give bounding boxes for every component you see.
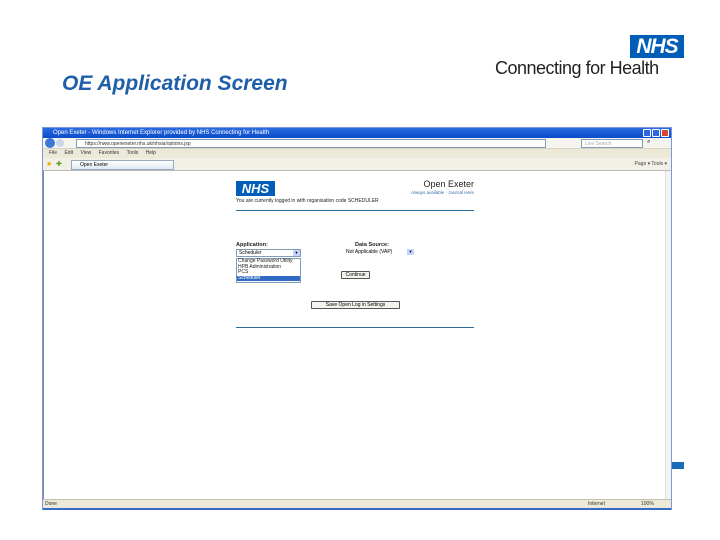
menu-favorites[interactable]: Favorites — [99, 150, 120, 156]
address-bar: https://nww.openexeter.nhs.uk/nhsia/opti… — [43, 138, 671, 149]
nhs-logo-small: NHS — [236, 181, 275, 196]
application-select[interactable]: Scheduler ▼ — [236, 249, 301, 257]
url-input[interactable]: https://nww.openexeter.nhs.uk/nhsia/opti… — [76, 139, 546, 148]
search-input[interactable]: Live Search — [581, 139, 643, 148]
slide-title: OE Application Screen — [62, 72, 288, 95]
status-bar: Done Internet 100% — [43, 499, 671, 508]
divider-top — [236, 210, 474, 211]
decorative-square — [672, 462, 684, 469]
minimize-button[interactable] — [643, 129, 651, 137]
chevron-down-icon: ▼ — [293, 250, 300, 256]
browser-window: Open Exeter - Windows Internet Explorer … — [42, 127, 672, 510]
tab-bar: ★ ✚ Open Exeter Page ▾ Tools ▾ — [43, 158, 671, 171]
close-button[interactable] — [661, 129, 669, 137]
application-label: Application: — [236, 242, 268, 248]
window-border — [43, 508, 671, 510]
chevron-down-icon: ▼ — [407, 249, 414, 255]
header-links[interactable]: Always available · Journal Here — [374, 190, 474, 195]
maximize-button[interactable] — [652, 129, 660, 137]
page-content: NHS Open Exeter Always available · Journ… — [43, 171, 671, 499]
favorites-star-icon[interactable]: ★ — [46, 160, 52, 168]
back-icon[interactable] — [45, 138, 55, 148]
forward-icon[interactable] — [56, 139, 64, 147]
tagline: Connecting for Health — [495, 58, 659, 78]
continue-button[interactable]: Continue — [341, 271, 370, 279]
menu-edit[interactable]: Edit — [64, 150, 73, 156]
menu-help[interactable]: Help — [146, 150, 156, 156]
command-bar[interactable]: Page ▾ Tools ▾ — [635, 161, 667, 167]
search-icon[interactable]: ⌕ — [647, 139, 650, 146]
list-item-selected[interactable]: Scheduler — [237, 275, 300, 281]
menu-view[interactable]: View — [80, 150, 91, 156]
datasource-value: Not Applicable (VAP) — [346, 249, 393, 255]
logged-in-text: You are currently logged in with organis… — [236, 198, 379, 204]
add-favorites-icon[interactable]: ✚ — [56, 160, 62, 168]
menu-file[interactable]: File — [49, 150, 57, 156]
nhs-logo: NHS — [630, 35, 684, 58]
menu-tools[interactable]: Tools — [127, 150, 139, 156]
title-bar: Open Exeter - Windows Internet Explorer … — [43, 128, 671, 138]
status-text: Done — [45, 501, 57, 507]
application-value: Scheduler — [239, 250, 262, 256]
tab-open-exeter[interactable]: Open Exeter — [71, 160, 174, 170]
save-settings-button[interactable]: Save Open Log in Settings — [311, 301, 400, 309]
datasource-label: Data Source: — [355, 242, 389, 248]
divider-bottom — [236, 327, 474, 328]
window-title: Open Exeter - Windows Internet Explorer … — [53, 130, 270, 136]
menu-bar: File Edit View Favorites Tools Help — [43, 149, 671, 158]
app-name: Open Exeter — [423, 179, 474, 189]
application-list: Change Password Utility HPB Administrati… — [236, 258, 301, 283]
datasource-select[interactable]: Not Applicable (VAP) ▼ — [344, 249, 414, 256]
scrollbar[interactable] — [665, 171, 671, 499]
